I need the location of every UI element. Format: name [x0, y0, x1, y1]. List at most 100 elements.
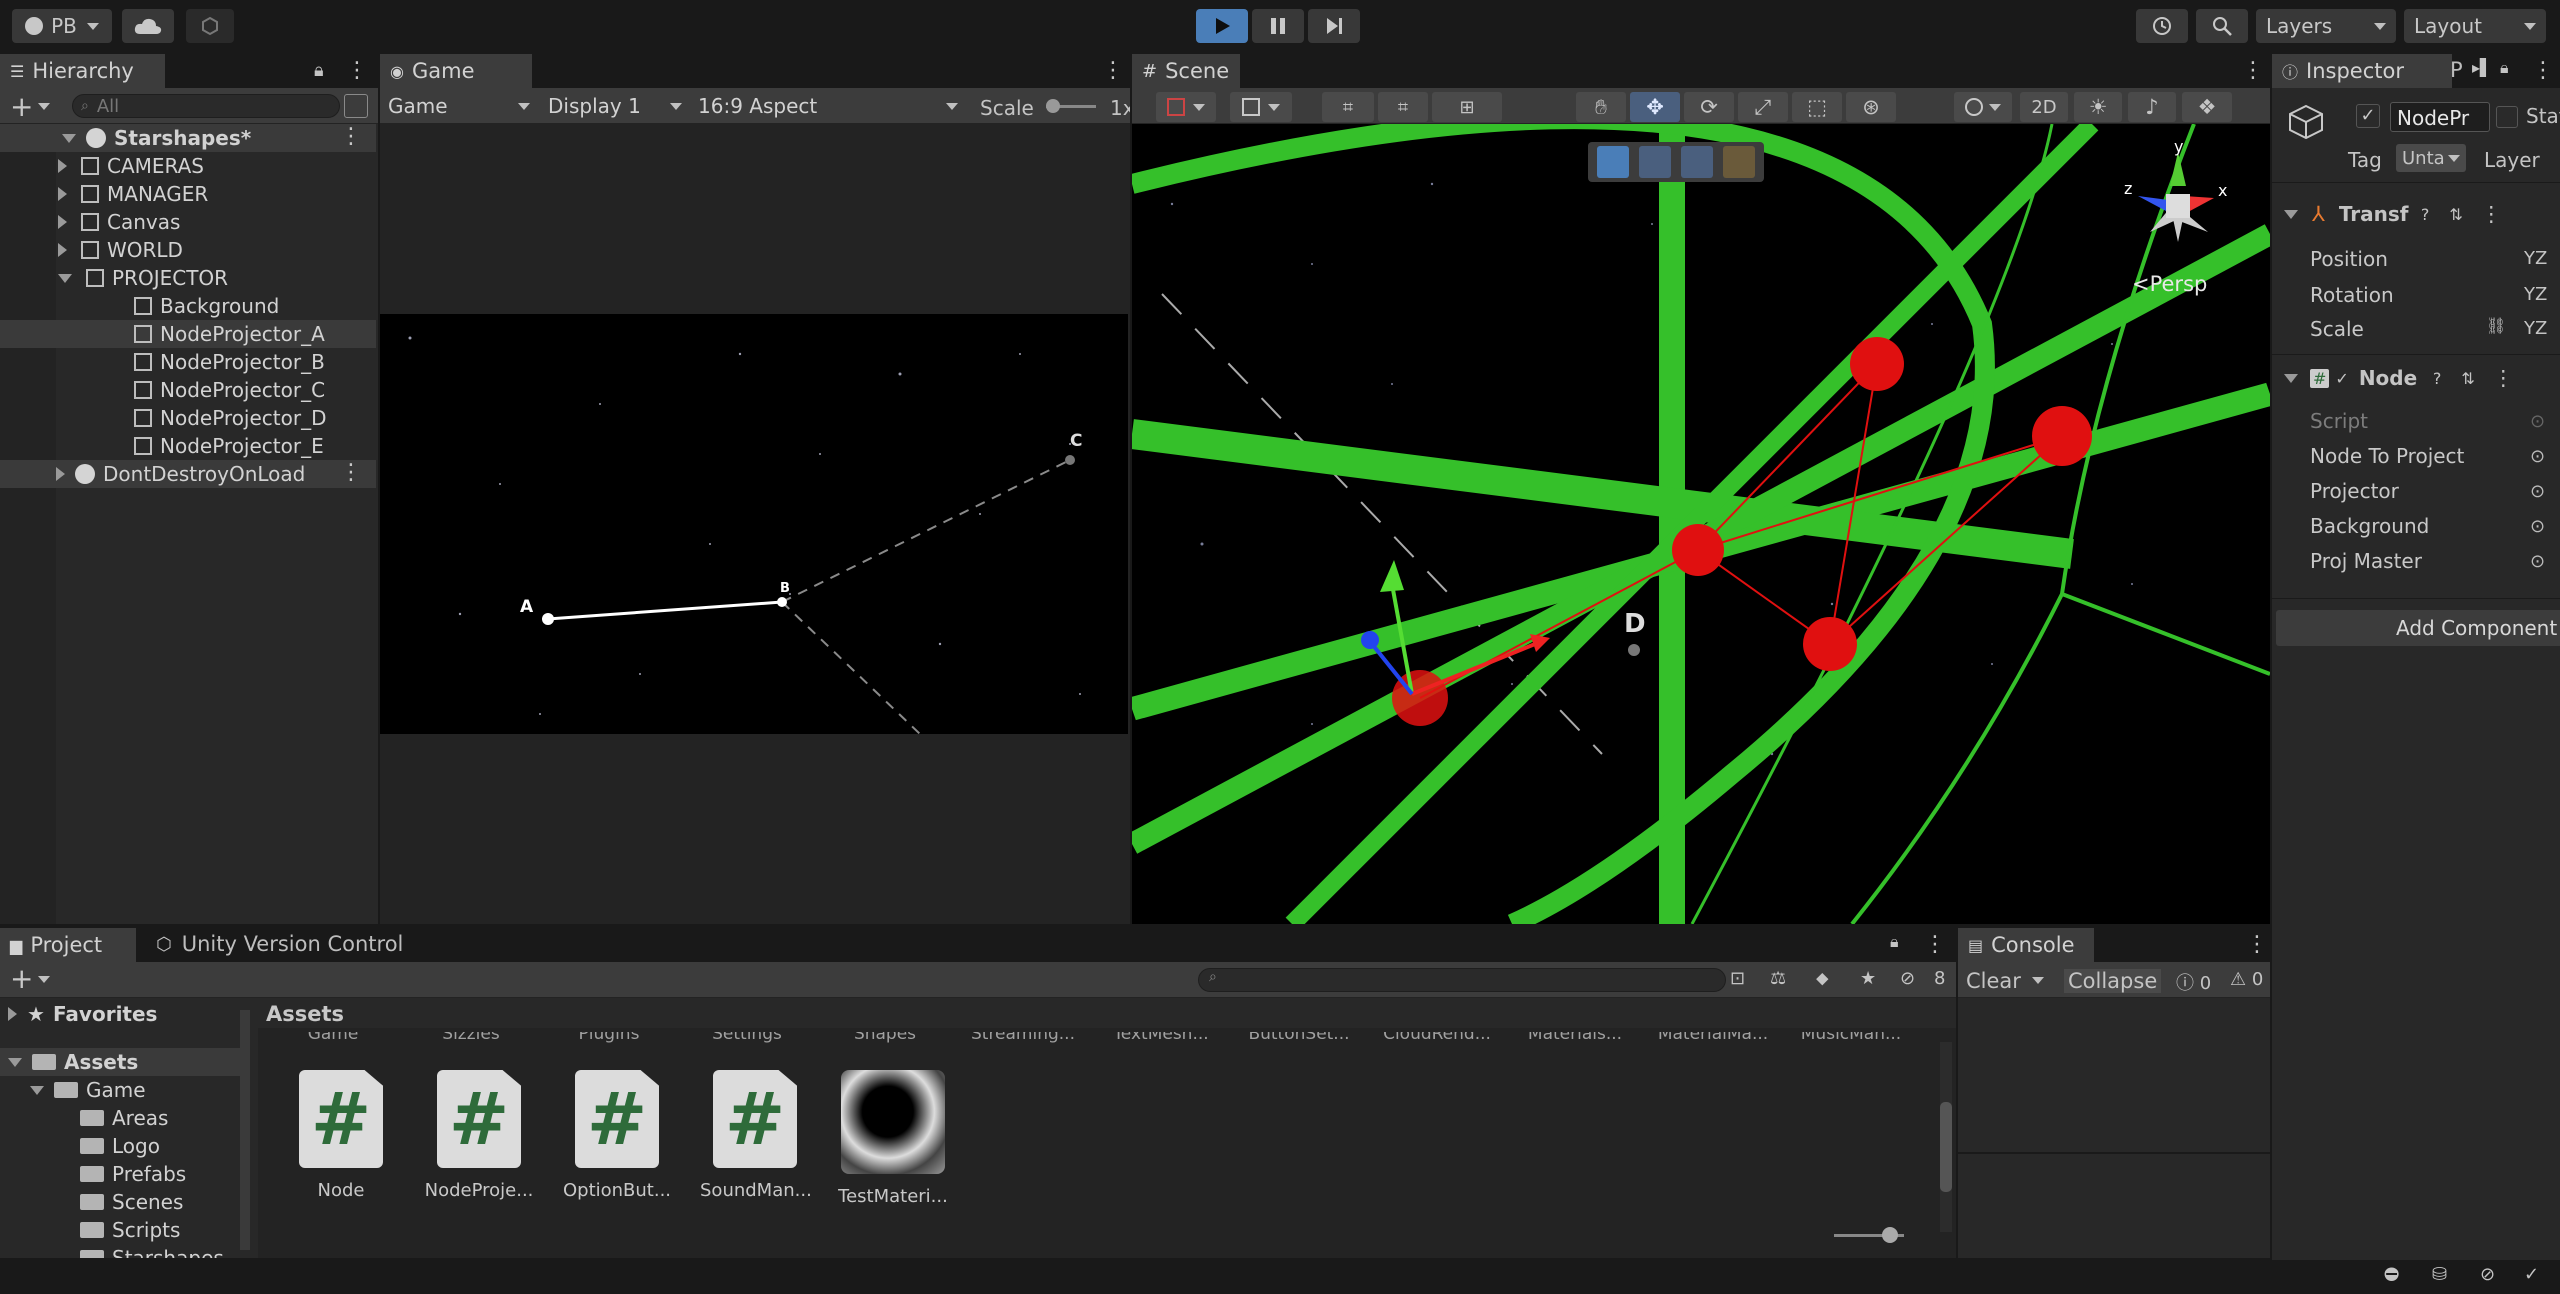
help-icon[interactable]: ?: [2421, 205, 2430, 224]
object-name-field[interactable]: NodePr: [2390, 102, 2490, 132]
tab-inspector[interactable]: ⓘ Inspector: [2272, 54, 2452, 88]
folder-label[interactable]: Settings: [682, 1032, 812, 1044]
increment-snap-button[interactable]: ⌗: [1378, 92, 1428, 122]
hierarchy-item[interactable]: PROJECTOR: [0, 264, 376, 292]
more-options-icon[interactable]: ⋮: [346, 60, 368, 82]
asset-item[interactable]: # Node: [286, 1070, 396, 1201]
folder-label[interactable]: CloudRend...: [1372, 1032, 1502, 1044]
lock-icon[interactable]: 🔒︎: [1890, 932, 1899, 952]
star-icon[interactable]: ★: [1860, 968, 1876, 989]
tag-dropdown[interactable]: Unta: [2396, 144, 2466, 172]
node-component-header[interactable]: # ✓ Node I ? ⇅ ⋮: [2272, 360, 2560, 396]
expand-icon[interactable]: [58, 187, 67, 201]
project-folder-item[interactable]: Logo: [0, 1132, 236, 1160]
folder-label[interactable]: MusicMan...: [1786, 1032, 1916, 1044]
hidden-packages-icon[interactable]: ⊘: [1900, 968, 1915, 989]
component-field[interactable]: Node To Project ⊙: [2310, 439, 2560, 473]
project-folder-item[interactable]: Prefabs: [0, 1160, 236, 1188]
component-checkbox[interactable]: ✓: [2335, 369, 2348, 388]
grid-snap-button[interactable]: ⌗: [1322, 92, 1374, 122]
search-button[interactable]: [2196, 9, 2248, 43]
folder-label[interactable]: Shapes: [820, 1032, 950, 1044]
dontdestroy-row[interactable]: DontDestroyOnLoad ⋮: [0, 460, 376, 488]
toggle-2d-button[interactable]: 2D: [2020, 92, 2068, 122]
object-picker-icon[interactable]: ⊙: [2530, 481, 2545, 502]
link-icon[interactable]: ⛓: [2486, 316, 2506, 335]
object-picker-icon[interactable]: ⊙: [2530, 446, 2545, 467]
tab-game[interactable]: ◉ Game: [380, 54, 532, 88]
step-button[interactable]: [1308, 9, 1360, 43]
hierarchy-search-input[interactable]: ⌕ All: [72, 94, 340, 118]
display-dropdown[interactable]: Display 1: [542, 92, 688, 120]
rotation-xyz[interactable]: YZ: [2524, 284, 2560, 305]
hierarchy-item[interactable]: WORLD: [0, 236, 376, 264]
effects-button[interactable]: ❖: [2182, 92, 2232, 122]
folder-label[interactable]: Streaming...: [958, 1032, 1088, 1044]
scene-root-row[interactable]: Starshapes* ⋮: [0, 124, 376, 152]
lighting-button[interactable]: [1954, 92, 2012, 122]
preset-icon[interactable]: ⇅: [2449, 205, 2462, 224]
hierarchy-item[interactable]: MANAGER: [0, 180, 376, 208]
pause-button[interactable]: [1252, 9, 1304, 43]
active-checkbox[interactable]: ✓: [2356, 104, 2380, 128]
hierarchy-item[interactable]: NodeProjector_E: [0, 432, 376, 460]
cube-icon[interactable]: [1597, 146, 1629, 178]
object-picker-icon[interactable]: ⊙: [2530, 516, 2545, 537]
project-folder-item[interactable]: Scripts: [0, 1216, 236, 1244]
folder-label[interactable]: Sizzles: [406, 1032, 536, 1044]
game-mode-dropdown[interactable]: Game: [382, 92, 536, 120]
hand-tool-button[interactable]: ✋︎: [1576, 92, 1626, 122]
tab-menu-icon[interactable]: ▸▌: [2472, 58, 2492, 77]
cache-icon[interactable]: ⛁: [2432, 1264, 2447, 1285]
folder-label[interactable]: TextMesh...: [1096, 1032, 1226, 1044]
collapse-button[interactable]: Collapse: [2064, 969, 2162, 993]
more-options-icon[interactable]: ⋮: [2493, 366, 2514, 390]
status-ok-icon[interactable]: ✓: [2524, 1264, 2539, 1285]
error-filter-button[interactable]: ⓘ 0: [2176, 969, 2211, 995]
help-icon[interactable]: ?: [2433, 369, 2442, 388]
project-folder-item[interactable]: Starshapes: [0, 1244, 236, 1258]
tree-scrollbar[interactable]: [240, 1010, 250, 1250]
component-field[interactable]: Proj Master ⊙: [2310, 544, 2560, 578]
component-field[interactable]: Background ⊙: [2310, 509, 2560, 543]
chevron-down-icon[interactable]: [38, 103, 50, 110]
add-icon[interactable]: +: [10, 90, 33, 123]
folder-label[interactable]: Game: [268, 1032, 398, 1044]
add-icon[interactable]: +: [10, 962, 33, 995]
collab-button[interactable]: [186, 9, 234, 43]
more-options-icon[interactable]: ⋮: [1102, 60, 1124, 82]
add-component-button[interactable]: Add Component: [2276, 610, 2560, 646]
ruler-button[interactable]: ⊞: [1432, 92, 1502, 122]
draw-mode-button[interactable]: [1156, 92, 1216, 122]
expand-icon[interactable]: [58, 159, 67, 173]
label-icon[interactable]: ⬥: [1816, 968, 1829, 989]
more-options-icon[interactable]: ⋮: [2532, 60, 2554, 82]
chevron-down-icon[interactable]: [2032, 977, 2044, 984]
scale-tool-button[interactable]: ⤢: [1738, 92, 1788, 122]
hierarchy-item[interactable]: NodeProjector_A: [0, 320, 376, 348]
expand-icon[interactable]: [58, 243, 67, 257]
search-by-type-icon[interactable]: ⊡: [1730, 968, 1745, 989]
console-splitter[interactable]: [1958, 1152, 2270, 1154]
more-options-icon[interactable]: ⋮: [2242, 60, 2264, 82]
cube-icon[interactable]: [1681, 146, 1713, 178]
tab-project[interactable]: ▆ Project: [0, 928, 136, 962]
projection-label[interactable]: <Persp: [2132, 272, 2207, 296]
assets-scrollbar[interactable]: [1940, 1042, 1952, 1232]
folder-label[interactable]: Materials...: [1510, 1032, 1640, 1044]
audio-toggle-button[interactable]: ♪: [2128, 92, 2176, 122]
static-checkbox[interactable]: [2496, 106, 2518, 128]
warning-filter-button[interactable]: ⚠ 0: [2230, 969, 2263, 990]
orientation-gizmo[interactable]: y x z: [2118, 137, 2238, 262]
cloud-button[interactable]: [122, 9, 174, 43]
tab-console[interactable]: ▤ Console: [1958, 928, 2094, 962]
lighting-toggle-button[interactable]: ☀︎: [2074, 92, 2122, 122]
expand-icon[interactable]: [62, 133, 76, 143]
more-options-icon[interactable]: ⋮: [2481, 202, 2502, 226]
assets-item[interactable]: Assets: [0, 1048, 240, 1076]
filter-icon[interactable]: ⚖: [1770, 968, 1786, 989]
icon-size-slider-thumb[interactable]: [1882, 1227, 1898, 1243]
asset-item[interactable]: # NodeProje...: [424, 1070, 534, 1201]
project-folder-item[interactable]: Scenes: [0, 1188, 236, 1216]
more-options-icon[interactable]: ⋮: [1924, 934, 1946, 956]
